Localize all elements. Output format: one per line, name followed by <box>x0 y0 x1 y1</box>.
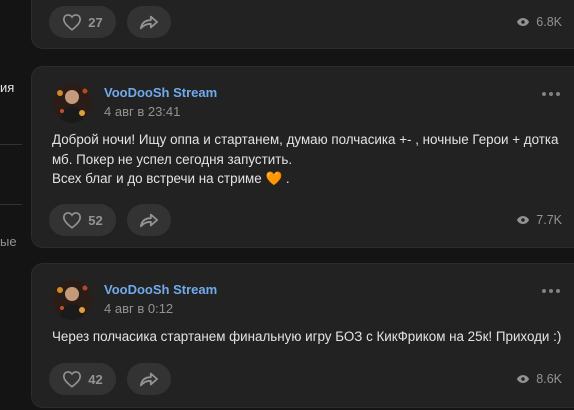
post-date[interactable]: 4 авг в 0:12 <box>104 301 173 316</box>
share-arrow-icon <box>139 372 158 387</box>
views-counter: 6.8K <box>516 15 562 29</box>
views-count: 7.7K <box>536 213 562 227</box>
author-name[interactable]: VooDooSh Stream <box>104 85 217 100</box>
author-name[interactable]: VooDooSh Stream <box>104 282 217 297</box>
post-text-line: мб. Покер не успел сегодня запустить. <box>52 151 293 167</box>
post-text-line: Доброй ночи! Ищу оппа и стартанем, думаю… <box>52 132 559 147</box>
share-button[interactable] <box>127 363 171 395</box>
views-count: 6.8K <box>536 15 562 29</box>
heart-outline-icon <box>63 371 82 388</box>
post-card: VooDooSh Stream 4 авг в 23:41 Доброй ноч… <box>31 66 574 248</box>
avatar-image <box>52 83 92 123</box>
sidebar-item-1[interactable]: ия <box>0 80 14 95</box>
eye-icon <box>517 375 530 383</box>
post-text: Через полчасика стартанем финальную игру… <box>52 327 561 347</box>
post-card: VooDooSh Stream 4 авг в 0:12 Через полча… <box>31 263 574 408</box>
sidebar-divider <box>0 204 22 205</box>
sidebar-item-2[interactable]: ые <box>0 234 17 249</box>
like-button[interactable]: 42 <box>49 363 116 395</box>
views-count: 8.6K <box>536 372 562 386</box>
share-button[interactable] <box>127 6 171 38</box>
more-dots-icon[interactable] <box>542 91 560 97</box>
heart-emoji: 🧡 <box>265 171 283 186</box>
heart-outline-icon <box>63 14 82 31</box>
post-date[interactable]: 4 авг в 23:41 <box>104 104 180 119</box>
post-text: Доброй ночи! Ищу оппа и стартанем, думаю… <box>52 130 559 189</box>
like-button[interactable]: 52 <box>49 204 116 236</box>
share-arrow-icon <box>139 15 158 30</box>
like-count: 42 <box>88 371 103 387</box>
views-counter: 7.7K <box>516 213 562 227</box>
like-count: 27 <box>88 14 103 30</box>
post-card: 27 6.8K <box>31 0 574 49</box>
post-text-line: Всех благ и до встречи на стриме 🧡 . <box>52 171 290 186</box>
heart-outline-icon <box>63 212 82 229</box>
sidebar-divider <box>0 144 22 145</box>
views-counter: 8.6K <box>516 372 562 386</box>
share-arrow-icon <box>139 213 158 228</box>
like-count: 52 <box>88 212 103 228</box>
avatar[interactable] <box>52 83 92 123</box>
like-button[interactable]: 27 <box>49 6 116 38</box>
share-button[interactable] <box>127 204 171 236</box>
eye-icon <box>517 18 530 26</box>
eye-icon <box>517 216 530 224</box>
more-dots-icon[interactable] <box>542 288 560 294</box>
avatar[interactable] <box>52 280 92 320</box>
post-text-line: Через полчасика стартанем финальную игру… <box>52 329 562 344</box>
avatar-image <box>52 280 92 320</box>
left-sidebar: ия ые <box>0 0 22 410</box>
